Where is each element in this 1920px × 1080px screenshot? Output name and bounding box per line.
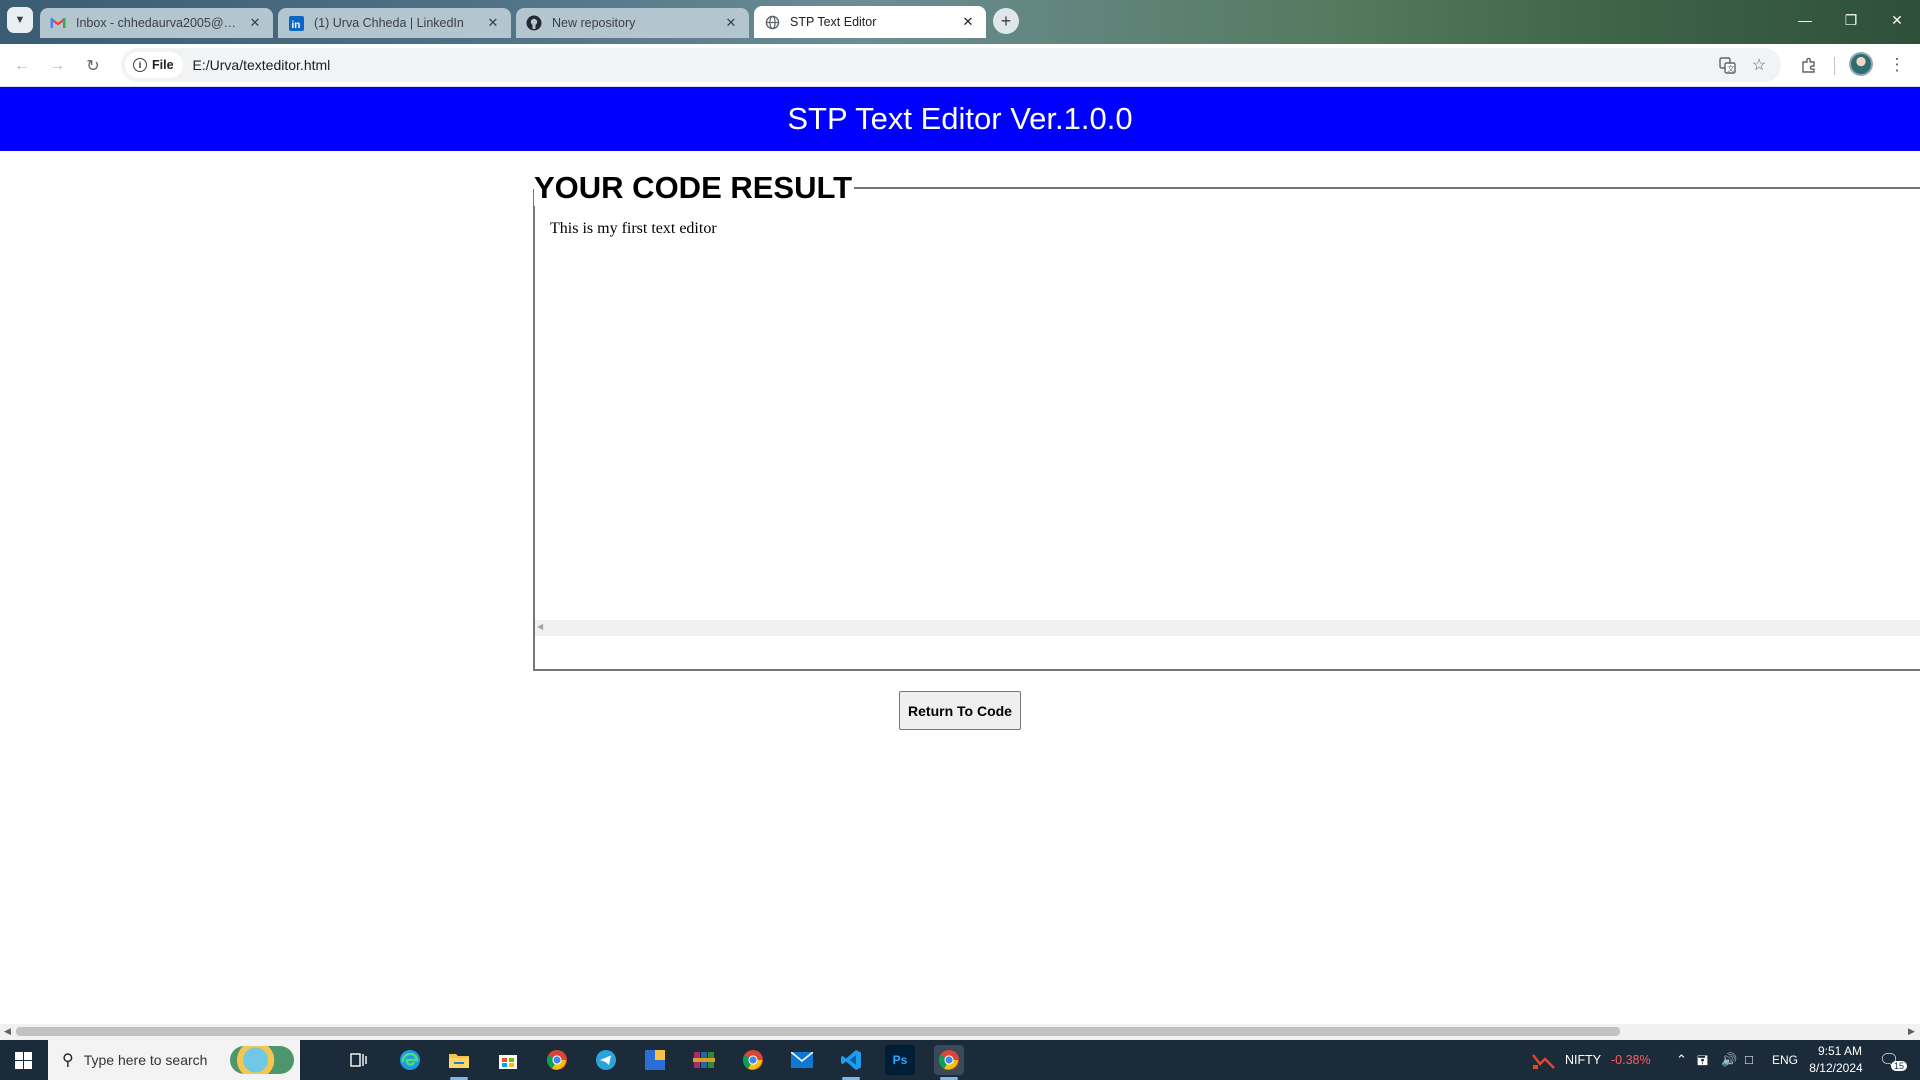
arrow-left-icon: ← [14, 57, 30, 74]
address-bar[interactable]: i File E:/Urva/texteditor.html 文 ☆ [121, 48, 1781, 82]
result-text: This is my first text editor [550, 220, 717, 237]
winrar-icon[interactable] [689, 1045, 719, 1075]
close-tab-icon[interactable]: ✕ [723, 15, 739, 31]
return-to-code-button[interactable]: Return To Code [899, 691, 1021, 730]
header-title: STP Text Editor Ver.1.0.0 [787, 101, 1133, 136]
result-frame [533, 189, 1920, 671]
close-window-button[interactable]: ✕ [1874, 0, 1920, 40]
scroll-right-arrow-icon[interactable]: ▶ [1908, 1026, 1915, 1037]
ticker-change[interactable]: -0.38% [1611, 1053, 1651, 1067]
chrome-icon[interactable] [934, 1045, 964, 1075]
restore-icon: ❐ [1844, 11, 1858, 28]
close-tab-icon[interactable]: ✕ [485, 15, 501, 31]
tab-gmail[interactable]: Inbox - chhedaurva2005@gmail.com ✕ [40, 8, 273, 38]
toolbar-divider [1834, 57, 1835, 75]
page-header: STP Text Editor Ver.1.0.0 [0, 87, 1920, 151]
site-info-chip[interactable]: i File [125, 52, 183, 78]
chrome-icon[interactable] [738, 1045, 768, 1075]
chrome-icon[interactable] [542, 1045, 572, 1075]
tab-linkedin[interactable]: in (1) Urva Chheda | LinkedIn ✕ [278, 8, 511, 38]
notification-count: 15 [1891, 1061, 1908, 1071]
plus-icon: + [1000, 10, 1012, 31]
menu-kebab-icon[interactable]: ⋮ [1882, 50, 1912, 80]
bookmark-star-icon[interactable]: ☆ [1748, 54, 1770, 76]
close-tab-icon[interactable]: ✕ [247, 15, 263, 31]
back-button[interactable]: ← [7, 51, 37, 81]
restore-button[interactable]: ❐ [1828, 0, 1874, 40]
close-icon: ✕ [1891, 11, 1903, 28]
browser-toolbar: ← → ↻ i File E:/Urva/texteditor.html 文 ☆… [0, 44, 1920, 87]
extensions-icon[interactable] [1793, 50, 1823, 80]
info-icon: i [133, 58, 147, 72]
result-title: YOUR CODE RESULT [534, 170, 855, 206]
result-horizontal-scrollbar[interactable]: ◀ [535, 620, 1920, 636]
device-icon[interactable]: □ [1745, 1052, 1753, 1067]
language-indicator[interactable]: ENG [1772, 1053, 1798, 1067]
tab-github[interactable]: New repository ✕ [516, 8, 749, 38]
search-icon: ⚲ [62, 1052, 74, 1069]
new-tab-button[interactable]: + [993, 8, 1019, 34]
clock-time[interactable]: 9:51 AM [1812, 1044, 1868, 1058]
search-placeholder: Type here to search [83, 1052, 208, 1068]
store-icon[interactable] [493, 1045, 523, 1075]
scrollbar-thumb[interactable] [16, 1027, 1620, 1036]
photoshop-icon[interactable]: Ps [885, 1045, 915, 1075]
browser-tab-strip: ▼ Inbox - chhedaurva2005@gmail.com ✕ in … [0, 0, 1920, 44]
gmail-icon [50, 15, 66, 31]
chevron-up-icon[interactable]: ⌃ [1676, 1052, 1687, 1068]
forward-button[interactable]: → [42, 51, 72, 81]
app-icon[interactable] [640, 1045, 670, 1075]
tab-title: Inbox - chhedaurva2005@gmail.com [76, 16, 241, 30]
file-explorer-icon[interactable] [444, 1045, 474, 1075]
clock-date[interactable]: 8/12/2024 [1804, 1061, 1868, 1075]
minimize-icon: — [1798, 12, 1812, 28]
svg-text:in: in [291, 20, 300, 31]
linkedin-icon: in [288, 15, 304, 31]
windows-logo-icon [14, 1051, 32, 1069]
vscode-icon[interactable] [836, 1045, 866, 1075]
task-view-icon[interactable] [344, 1045, 374, 1075]
start-button[interactable] [0, 1040, 46, 1080]
tab-title: (1) Urva Chheda | LinkedIn [314, 16, 464, 30]
svg-text:文: 文 [1727, 64, 1734, 73]
github-icon [526, 15, 542, 31]
globe-icon [764, 14, 780, 30]
mail-icon[interactable] [787, 1045, 817, 1075]
chip-label: File [152, 58, 174, 72]
arrow-right-icon: → [49, 57, 65, 74]
profile-avatar[interactable] [1849, 52, 1873, 76]
volume-icon[interactable]: 🔊 [1721, 1052, 1737, 1068]
tab-title: STP Text Editor [790, 15, 877, 29]
telegram-icon[interactable] [591, 1045, 621, 1075]
scroll-left-arrow-icon[interactable]: ◀ [537, 622, 543, 631]
search-highlight-image [230, 1046, 294, 1074]
ticker-name[interactable]: NIFTY [1565, 1053, 1601, 1067]
network-icon[interactable]: 🖬 [1697, 1052, 1708, 1074]
tab-search-button[interactable]: ▼ [7, 7, 33, 33]
url-text[interactable]: E:/Urva/texteditor.html [193, 57, 331, 73]
edge-icon[interactable] [395, 1045, 425, 1075]
page-horizontal-scrollbar[interactable]: ◀ ▶ [0, 1024, 1920, 1040]
taskbar-search-box[interactable]: ⚲ Type here to search [48, 1040, 300, 1080]
stock-ticker-icon[interactable] [1529, 1045, 1559, 1075]
tab-stp-text-editor[interactable]: STP Text Editor ✕ [754, 6, 986, 38]
reload-button[interactable]: ↻ [78, 51, 108, 81]
scroll-left-arrow-icon[interactable]: ◀ [4, 1026, 11, 1037]
close-tab-icon[interactable]: ✕ [960, 14, 976, 30]
tab-title: New repository [552, 16, 636, 30]
chevron-down-icon: ▼ [14, 14, 26, 26]
translate-icon[interactable]: 文 [1716, 54, 1738, 76]
reload-icon: ↻ [86, 58, 100, 75]
windows-taskbar: ⚲ Type here to search Ps NIFTY -0.38% ⌃ … [0, 1040, 1920, 1080]
minimize-button[interactable]: — [1782, 0, 1828, 40]
